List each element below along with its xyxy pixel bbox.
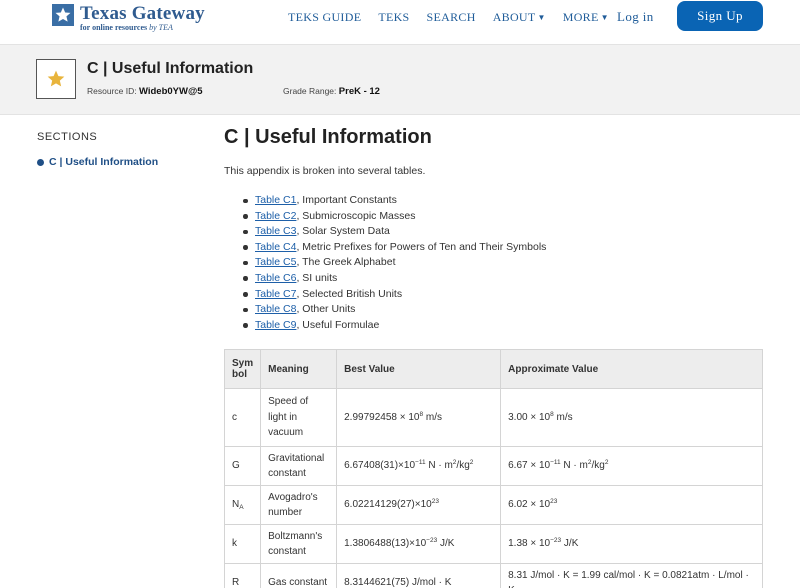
cell-approx-value: 6.02 × 1023	[500, 485, 763, 525]
texas-gateway-logo[interactable]: Texas Gateway for online resources by TE…	[52, 4, 205, 32]
col-header-approximate-value: Approximate Value	[500, 349, 763, 389]
top-bar: Texas Gateway for online resources by TE…	[0, 0, 800, 44]
toc-item: Table C5, The Greek Alphabet	[241, 255, 546, 271]
cell-meaning: Avogadro's number	[260, 485, 338, 525]
toc-link[interactable]: Table C7	[255, 288, 296, 300]
star-icon[interactable]	[36, 59, 76, 99]
toc-item: Table C9, Useful Formulae	[241, 318, 546, 334]
toc-link[interactable]: Table C3	[255, 225, 296, 237]
table-row: NA Avogadro's number 6.02214129(27)×1023…	[223, 485, 763, 525]
cell-best-value: 1.3806488(13)×10−23 J/K	[336, 524, 502, 564]
toc-link[interactable]: Table C1	[255, 194, 296, 206]
cell-best-value: 2.99792458 × 108 m/s	[336, 388, 502, 447]
cell-meaning: Boltzmann's constant	[260, 524, 338, 564]
cell-symbol: G	[223, 446, 262, 486]
nav-more[interactable]: MORE ▼	[563, 10, 609, 25]
cell-approx-value: 3.00 × 108 m/s	[500, 388, 763, 447]
page-title: C | Useful Information	[224, 126, 432, 148]
cell-symbol: k	[223, 524, 262, 564]
nav-teks[interactable]: TEKS	[378, 10, 409, 25]
cell-best-value: 8.3144621(75) J/mol · K	[336, 563, 502, 588]
table-header-row: Sym bol Meaning Best Value Approximate V…	[223, 349, 763, 389]
signup-button[interactable]: Sign Up	[677, 1, 763, 31]
toc-link[interactable]: Table C4	[255, 241, 296, 253]
toc-item: Table C1, Important Constants	[241, 193, 546, 209]
col-header-symbol: Sym bol	[223, 349, 262, 389]
logo-star-icon	[52, 4, 74, 26]
cell-best-value: 6.67408(31)×10−11 N · m2/kg2	[336, 446, 502, 486]
intro-text: This appendix is broken into several tab…	[224, 165, 426, 177]
login-link[interactable]: Log in	[617, 9, 654, 25]
table-of-contents: Table C1, Important Constants Table C2, …	[241, 193, 546, 333]
cell-meaning: Gas constant	[260, 563, 338, 588]
nav-search[interactable]: SEARCH	[427, 10, 476, 25]
cell-meaning: Gravitational constant	[260, 446, 338, 486]
sidebar-item-useful-information[interactable]: C | Useful Information	[37, 156, 158, 168]
toc-item: Table C3, Solar System Data	[241, 224, 546, 240]
col-header-meaning: Meaning	[260, 349, 338, 389]
cell-approx-value: 1.38 × 10−23 J/K	[500, 524, 763, 564]
cell-approx-value: 6.67 × 10−11 N · m2/kg2	[500, 446, 763, 486]
toc-item: Table C2, Submicroscopic Masses	[241, 209, 546, 225]
active-dot-icon	[37, 158, 44, 166]
constants-table: Sym bol Meaning Best Value Approximate V…	[223, 349, 763, 588]
cell-best-value: 6.02214129(27)×1023	[336, 485, 502, 525]
table-row: R Gas constant 8.3144621(75) J/mol · K 8…	[223, 563, 763, 588]
cell-symbol: R	[223, 563, 262, 588]
sections-heading: SECTIONS	[37, 131, 98, 143]
main-nav: TEKS GUIDE TEKS SEARCH ABOUT ▼ MORE ▼	[288, 10, 626, 25]
toc-item: Table C4, Metric Prefixes for Powers of …	[241, 240, 546, 256]
nav-teks-guide[interactable]: TEKS GUIDE	[288, 10, 361, 25]
toc-item: Table C6, SI units	[241, 271, 546, 287]
toc-link[interactable]: Table C6	[255, 272, 296, 284]
nav-about[interactable]: ABOUT ▼	[493, 10, 546, 25]
table-row: c Speed of light in vacuum 2.99792458 × …	[223, 388, 763, 447]
toc-link[interactable]: Table C9	[255, 319, 296, 331]
logo-subtitle: for online resources by TEA	[80, 23, 173, 32]
caret-down-icon: ▼	[537, 13, 546, 22]
caret-down-icon: ▼	[600, 13, 609, 22]
toc-item: Table C7, Selected British Units	[241, 287, 546, 303]
table-row: k Boltzmann's constant 1.3806488(13)×10−…	[223, 524, 763, 564]
toc-link[interactable]: Table C2	[255, 210, 296, 222]
resource-header: C | Useful Information Resource ID: Wide…	[0, 44, 800, 115]
grade-range: Grade Range: PreK - 12	[283, 86, 380, 97]
cell-approx-value: 8.31 J/mol · K = 1.99 cal/mol · K = 0.08…	[500, 563, 763, 588]
resource-title: C | Useful Information	[87, 60, 254, 77]
table-row: G Gravitational constant 6.67408(31)×10−…	[223, 446, 763, 486]
logo-title: Texas Gateway	[80, 3, 205, 24]
col-header-best-value: Best Value	[336, 349, 502, 389]
toc-item: Table C8, Other Units	[241, 302, 546, 318]
resource-id: Resource ID: Wideb0YW@5	[87, 86, 203, 97]
cell-symbol: c	[223, 388, 262, 447]
toc-link[interactable]: Table C5	[255, 256, 296, 268]
toc-link[interactable]: Table C8	[255, 303, 296, 315]
cell-meaning: Speed of light in vacuum	[260, 388, 338, 447]
cell-symbol: NA	[223, 485, 262, 525]
